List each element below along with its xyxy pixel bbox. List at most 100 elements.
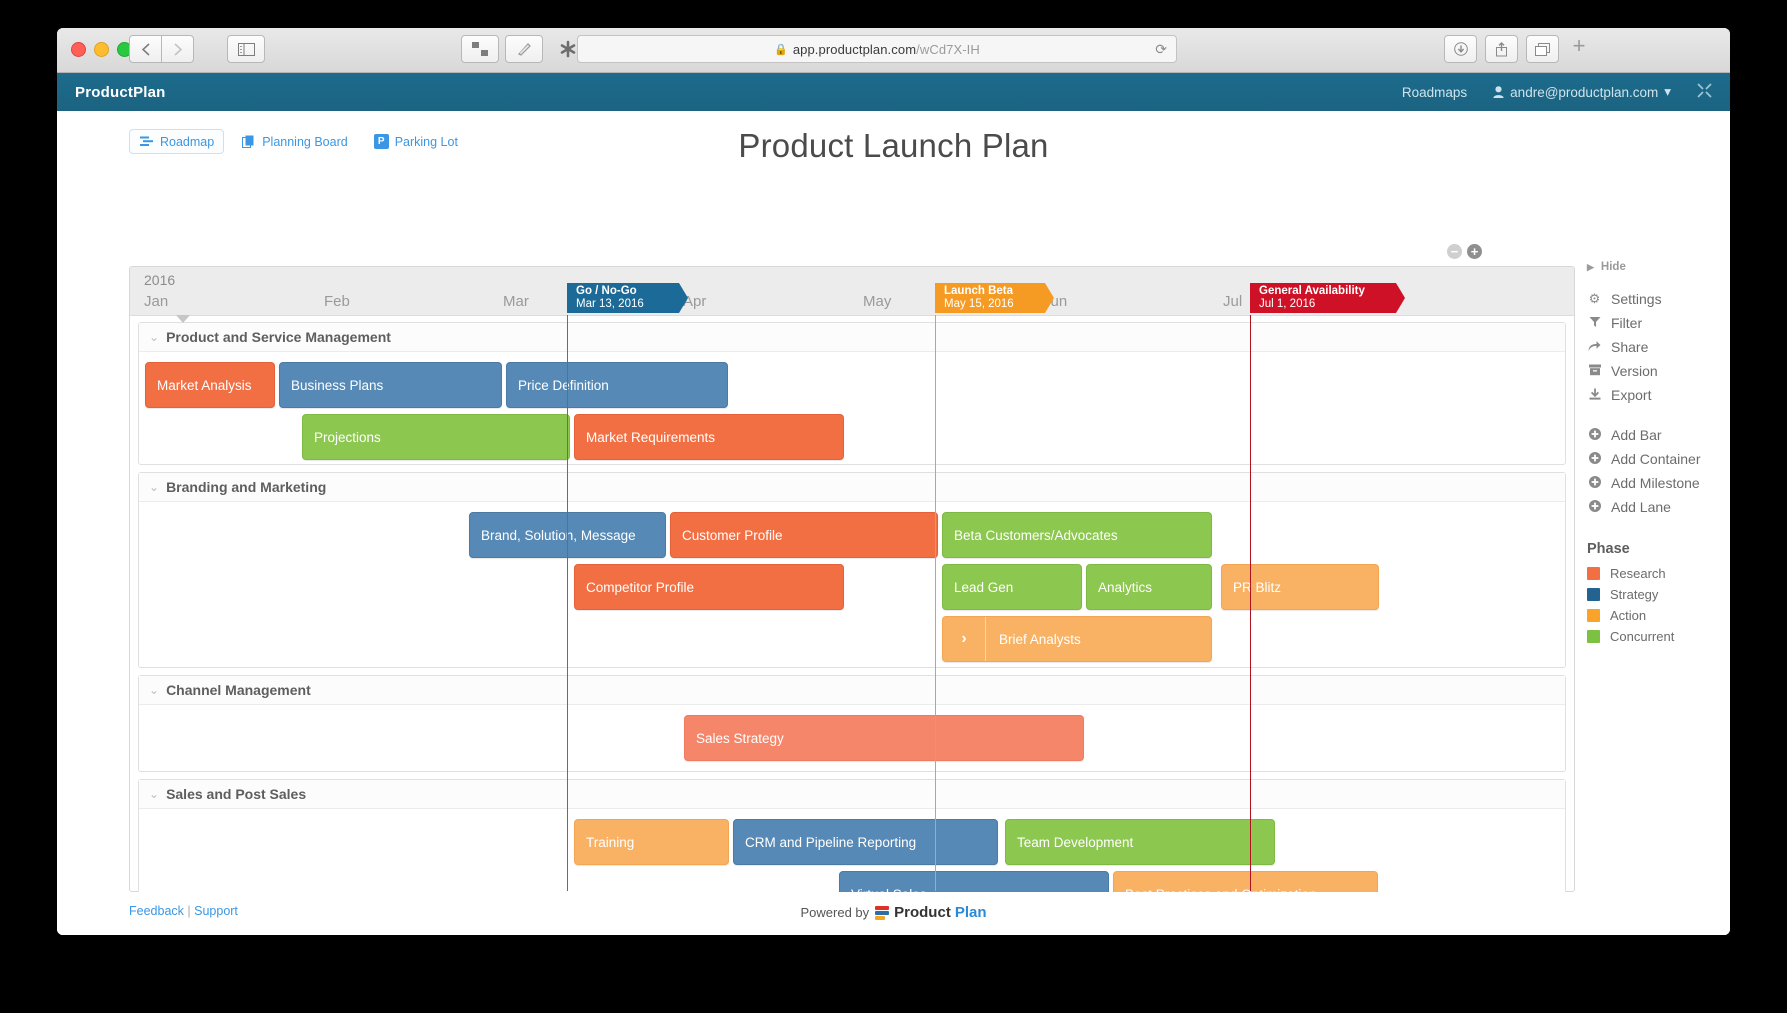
sidebar-item-version[interactable]: Version bbox=[1587, 363, 1730, 379]
sidebar-item-settings[interactable]: ⚙ Settings bbox=[1587, 291, 1730, 307]
chevron-down-icon[interactable]: ⌄ bbox=[149, 330, 159, 344]
milestone-line-go-nogo bbox=[567, 315, 568, 891]
bar-pr-blitz[interactable]: PR Blitz bbox=[1221, 564, 1379, 610]
chevron-down-icon: ▾ bbox=[1664, 84, 1671, 100]
lane-header[interactable]: ⌄ Branding and Marketing bbox=[139, 473, 1565, 502]
roadmap-icon bbox=[139, 134, 154, 149]
container-label: Brief Analysts bbox=[986, 632, 1081, 647]
sidebar-item-export[interactable]: Export bbox=[1587, 387, 1730, 403]
download-button[interactable] bbox=[1444, 35, 1477, 63]
logo-text-plan: Plan bbox=[955, 904, 987, 921]
chevron-right-icon[interactable]: › bbox=[943, 617, 986, 661]
container-brief-analysts[interactable]: › Brief Analysts bbox=[942, 616, 1212, 662]
lane-collapse-caret[interactable] bbox=[176, 315, 190, 323]
screen: 🔒 app.productplan.com/wCd7X-IH ⟳ + Produ… bbox=[0, 0, 1787, 1013]
legend-item-action[interactable]: Action bbox=[1587, 608, 1730, 623]
bar-analytics[interactable]: Analytics bbox=[1086, 564, 1212, 610]
lane-body[interactable]: Sales Strategy bbox=[139, 705, 1565, 771]
logo-text-product: Product bbox=[894, 904, 951, 921]
lane-product-and-service-management[interactable]: ⌄ Product and Service Management Market … bbox=[138, 322, 1566, 465]
bar-market-analysis[interactable]: Market Analysis bbox=[145, 362, 275, 408]
new-tab-button[interactable]: + bbox=[1565, 32, 1593, 60]
legend-swatch bbox=[1587, 588, 1600, 601]
reader-icon[interactable] bbox=[461, 35, 499, 63]
sidebar-item-add-lane[interactable]: Add Lane bbox=[1587, 499, 1730, 515]
bar-projections[interactable]: Projections bbox=[302, 414, 570, 460]
sidebar-item-filter[interactable]: Filter bbox=[1587, 315, 1730, 331]
zoom-controls: − + bbox=[1447, 244, 1482, 259]
plus-circle-icon bbox=[1587, 452, 1602, 467]
sidebar-item-add-bar[interactable]: Add Bar bbox=[1587, 427, 1730, 443]
timeline-year: 2016 bbox=[144, 272, 175, 288]
bar-price-definition[interactable]: Price Definition bbox=[506, 362, 728, 408]
lane-header[interactable]: ⌄ Sales and Post Sales bbox=[139, 780, 1565, 809]
tab-parking-lot[interactable]: P Parking Lot bbox=[365, 130, 467, 153]
lane-title: Branding and Marketing bbox=[166, 479, 326, 495]
sidebar-item-share[interactable]: Share bbox=[1587, 339, 1730, 355]
lane-header[interactable]: ⌄ Product and Service Management bbox=[139, 323, 1565, 352]
zoom-out-button[interactable]: − bbox=[1447, 244, 1462, 259]
legend-item-research[interactable]: Research bbox=[1587, 566, 1730, 581]
legend-swatch bbox=[1587, 630, 1600, 643]
lane-list: ⌄ Product and Service Management Market … bbox=[130, 316, 1574, 935]
chevron-down-icon[interactable]: ⌄ bbox=[149, 787, 159, 801]
lane-body[interactable]: Market Analysis Business Plans Price Def… bbox=[139, 352, 1565, 464]
app-header: ProductPlan Roadmaps andre@productplan.c… bbox=[57, 73, 1730, 111]
legend-swatch bbox=[1587, 567, 1600, 580]
lane-body[interactable]: Brand, Solution, Message Customer Profil… bbox=[139, 502, 1565, 667]
chevron-down-icon[interactable]: ⌄ bbox=[149, 683, 159, 697]
browser-share-button[interactable] bbox=[1485, 35, 1518, 63]
expand-icon[interactable] bbox=[1697, 83, 1712, 102]
sidebar-item-label: Export bbox=[1611, 387, 1651, 403]
back-button[interactable] bbox=[129, 35, 162, 63]
page-body: Roadmap Planning Board P Parking Lot Pro… bbox=[57, 111, 1730, 935]
lane-header[interactable]: ⌄ Channel Management bbox=[139, 676, 1565, 705]
bar-business-plans[interactable]: Business Plans bbox=[279, 362, 502, 408]
bar-team-development[interactable]: Team Development bbox=[1005, 819, 1275, 865]
forward-button[interactable] bbox=[161, 35, 194, 63]
close-window-button[interactable] bbox=[71, 42, 86, 57]
person-icon bbox=[1493, 86, 1504, 98]
lane-branding-and-marketing[interactable]: ⌄ Branding and Marketing Brand, Solution… bbox=[138, 472, 1566, 668]
bar-market-requirements[interactable]: Market Requirements bbox=[574, 414, 844, 460]
milestone-launch-beta[interactable]: Launch Beta May 15, 2016 bbox=[935, 283, 1045, 313]
user-menu[interactable]: andre@productplan.com ▾ bbox=[1493, 84, 1671, 100]
milestone-general-availability[interactable]: General Availability Jul 1, 2016 bbox=[1250, 283, 1396, 313]
milestone-name: Launch Beta bbox=[944, 285, 1033, 298]
milestone-go-nogo[interactable]: Go / No-Go Mar 13, 2016 bbox=[567, 283, 679, 313]
parking-icon: P bbox=[374, 134, 389, 149]
reload-icon[interactable]: ⟳ bbox=[1155, 41, 1167, 58]
legend-item-concurrent[interactable]: Concurrent bbox=[1587, 629, 1730, 644]
tab-planning-board[interactable]: Planning Board bbox=[232, 130, 356, 153]
bar-crm-and-pipeline-reporting[interactable]: CRM and Pipeline Reporting bbox=[733, 819, 998, 865]
roadmaps-link[interactable]: Roadmaps bbox=[1402, 85, 1467, 100]
bar-sales-strategy[interactable]: Sales Strategy bbox=[684, 715, 1084, 761]
roadmap-canvas[interactable]: 2016 Jan Feb Mar Apr May Jun Jul Go / No… bbox=[129, 266, 1575, 892]
sidebar-item-add-milestone[interactable]: Add Milestone bbox=[1587, 475, 1730, 491]
bar-lead-gen[interactable]: Lead Gen bbox=[942, 564, 1082, 610]
bar-customer-profile[interactable]: Customer Profile bbox=[670, 512, 938, 558]
tab-overview-button[interactable] bbox=[1526, 35, 1559, 63]
lane-title: Product and Service Management bbox=[166, 329, 391, 345]
bar-beta-customers-advocates[interactable]: Beta Customers/Advocates bbox=[942, 512, 1212, 558]
legend-item-strategy[interactable]: Strategy bbox=[1587, 587, 1730, 602]
month-mar: Mar bbox=[503, 293, 529, 310]
chevron-right-icon: ▶ bbox=[1587, 262, 1594, 273]
chevron-down-icon[interactable]: ⌄ bbox=[149, 480, 159, 494]
bar-training[interactable]: Training bbox=[574, 819, 729, 865]
url-text: app.productplan.com/wCd7X-IH bbox=[793, 42, 980, 57]
window-controls[interactable] bbox=[71, 42, 132, 57]
sidebar-item-label: Filter bbox=[1611, 315, 1642, 331]
zoom-in-button[interactable]: + bbox=[1467, 244, 1482, 259]
address-bar[interactable]: 🔒 app.productplan.com/wCd7X-IH ⟳ bbox=[577, 35, 1177, 63]
minimize-window-button[interactable] bbox=[94, 42, 109, 57]
lane-channel-management[interactable]: ⌄ Channel Management Sales Strategy bbox=[138, 675, 1566, 772]
app-brand[interactable]: ProductPlan bbox=[75, 84, 166, 101]
hide-sidebar-button[interactable]: ▶ Hide bbox=[1587, 261, 1730, 273]
app-header-right: Roadmaps andre@productplan.com ▾ bbox=[1402, 83, 1712, 102]
highlighter-icon[interactable] bbox=[505, 35, 543, 63]
tab-roadmap[interactable]: Roadmap bbox=[129, 129, 224, 154]
sidebar-item-add-container[interactable]: Add Container bbox=[1587, 451, 1730, 467]
sidebar-icon[interactable] bbox=[227, 35, 265, 63]
bar-competitor-profile[interactable]: Competitor Profile bbox=[574, 564, 844, 610]
